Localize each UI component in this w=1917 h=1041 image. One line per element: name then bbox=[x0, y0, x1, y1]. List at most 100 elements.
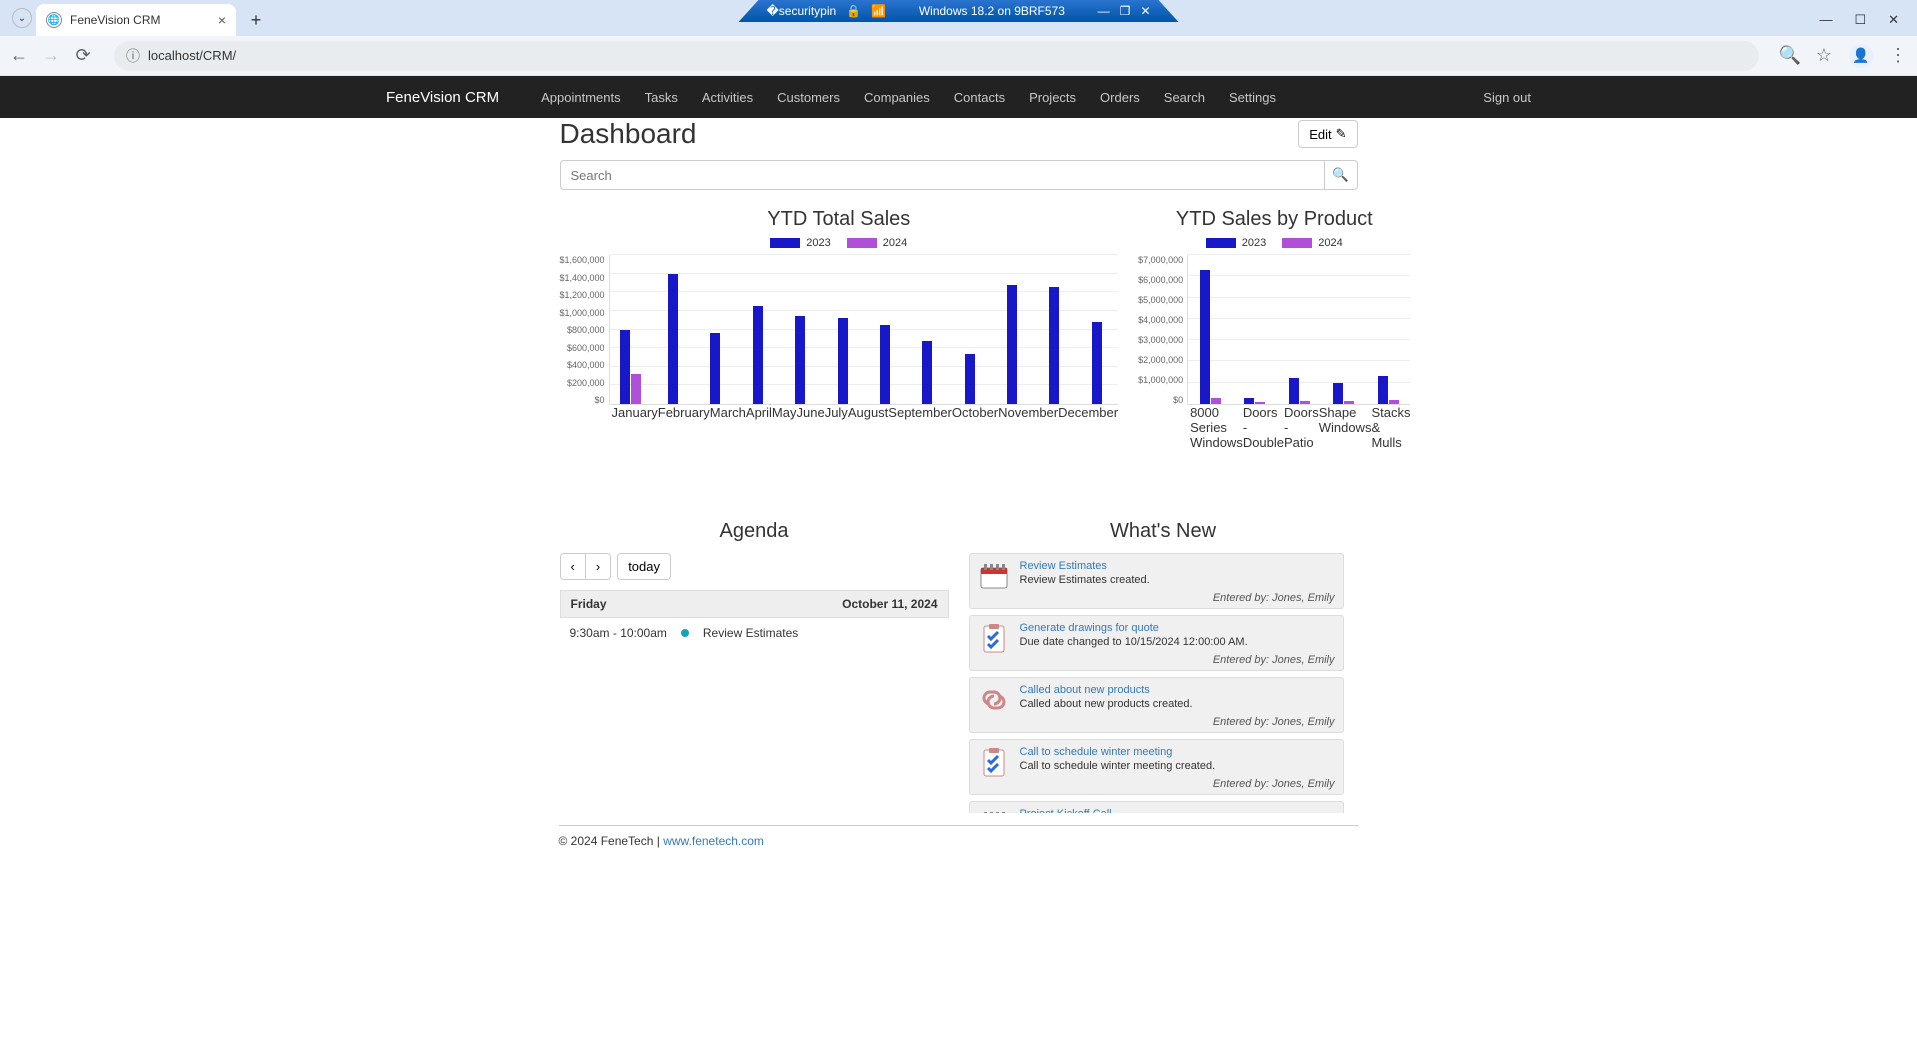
nav-companies[interactable]: Companies bbox=[852, 90, 942, 105]
bar-group bbox=[864, 255, 906, 404]
bar[interactable] bbox=[795, 316, 805, 404]
tab-close-icon[interactable]: × bbox=[218, 12, 226, 28]
window-minimize-icon[interactable]: — bbox=[1819, 12, 1832, 28]
whatsnew-item[interactable]: Review EstimatesReview Estimates created… bbox=[969, 553, 1344, 609]
bar[interactable] bbox=[1211, 398, 1221, 404]
bar[interactable] bbox=[1378, 376, 1388, 404]
bar-group bbox=[1322, 255, 1366, 404]
forward-button[interactable]: → bbox=[42, 47, 60, 65]
agenda-prev-button[interactable]: ‹ bbox=[561, 554, 585, 579]
nav-settings[interactable]: Settings bbox=[1217, 90, 1288, 105]
lock-icon[interactable]: 🔒 bbox=[846, 4, 861, 18]
bar[interactable] bbox=[1289, 378, 1299, 404]
whatsnew-link[interactable]: Call to schedule winter meeting bbox=[1020, 746, 1173, 758]
bar[interactable] bbox=[965, 354, 975, 404]
whatsnew-item[interactable]: Generate drawings for quoteDue date chan… bbox=[969, 615, 1344, 671]
bar[interactable] bbox=[880, 325, 890, 404]
bar[interactable] bbox=[1092, 322, 1102, 404]
whatsnew-entered: Entered by: Jones, Emily bbox=[1020, 716, 1335, 728]
nav-customers[interactable]: Customers bbox=[765, 90, 852, 105]
tab-title: FeneVision CRM bbox=[70, 13, 160, 27]
dashboard-search-input[interactable] bbox=[560, 160, 1324, 190]
legend-item[interactable]: 2023 bbox=[770, 237, 830, 249]
bar[interactable] bbox=[1244, 398, 1254, 404]
y-tick: $400,000 bbox=[560, 360, 605, 370]
whatsnew-link[interactable]: Called about new products bbox=[1020, 684, 1150, 696]
window-close-icon[interactable]: ✕ bbox=[1888, 12, 1899, 28]
whatsnew-link[interactable]: Generate drawings for quote bbox=[1020, 622, 1159, 634]
search-button[interactable]: 🔍 bbox=[1324, 160, 1358, 190]
chrome-menu-icon[interactable]: ⋮ bbox=[1889, 47, 1907, 65]
signal-icon[interactable]: 📶 bbox=[871, 4, 886, 18]
bar[interactable] bbox=[710, 333, 720, 404]
x-tick: March bbox=[710, 405, 746, 420]
whatsnew-item[interactable]: Call to schedule winter meetingCall to s… bbox=[969, 739, 1344, 795]
bar[interactable] bbox=[1007, 285, 1017, 404]
x-tick: November bbox=[998, 405, 1058, 420]
bar[interactable] bbox=[838, 318, 848, 404]
back-button[interactable]: ← bbox=[10, 47, 28, 65]
new-tab-button[interactable]: + bbox=[242, 6, 270, 34]
tabs-menu-button[interactable]: ⌄ bbox=[12, 8, 32, 28]
bar[interactable] bbox=[1389, 400, 1399, 404]
nav-appointments[interactable]: Appointments bbox=[529, 90, 633, 105]
legend-item[interactable]: 2024 bbox=[1282, 237, 1342, 249]
y-tick: $1,000,000 bbox=[1138, 375, 1183, 385]
browser-tab[interactable]: 🌐 FeneVision CRM × bbox=[36, 4, 236, 36]
nav-contacts[interactable]: Contacts bbox=[942, 90, 1017, 105]
y-tick: $800,000 bbox=[560, 325, 605, 335]
signout-link[interactable]: Sign out bbox=[1471, 90, 1531, 105]
remote-minimize-icon[interactable]: — bbox=[1098, 4, 1110, 18]
remote-restore-icon[interactable]: ❐ bbox=[1120, 4, 1131, 18]
profile-avatar[interactable]: 👤 bbox=[1849, 44, 1873, 68]
nav-search[interactable]: Search bbox=[1152, 90, 1217, 105]
agenda-next-button[interactable]: › bbox=[585, 554, 610, 579]
legend-swatch bbox=[1206, 238, 1236, 248]
bar[interactable] bbox=[1200, 270, 1210, 404]
chart-title: YTD Total Sales bbox=[560, 208, 1119, 231]
link-icon bbox=[978, 684, 1010, 716]
address-bar[interactable]: ⓘ localhost/CRM/ bbox=[114, 41, 1759, 71]
agenda-item[interactable]: 9:30am - 10:00amReview Estimates bbox=[560, 618, 949, 648]
chart-plot: $1,600,000$1,400,000$1,200,000$1,000,000… bbox=[560, 255, 1119, 405]
chart-title: YTD Sales by Product bbox=[1138, 208, 1410, 231]
legend-item[interactable]: 2024 bbox=[847, 237, 907, 249]
y-tick: $1,200,000 bbox=[560, 290, 605, 300]
agenda-today-button[interactable]: today bbox=[617, 553, 671, 580]
whatsnew-item[interactable]: Called about new productsCalled about ne… bbox=[969, 677, 1344, 733]
y-tick: $1,000,000 bbox=[560, 308, 605, 318]
zoom-icon[interactable]: 🔍 bbox=[1781, 47, 1799, 65]
edit-button[interactable]: Edit ✎ bbox=[1298, 120, 1357, 148]
whatsnew-list[interactable]: Review EstimatesReview Estimates created… bbox=[969, 553, 1358, 813]
remote-close-icon[interactable]: ✕ bbox=[1140, 4, 1150, 18]
bar[interactable] bbox=[631, 374, 641, 404]
footer-sep: | bbox=[653, 834, 663, 848]
bar[interactable] bbox=[922, 341, 932, 404]
nav-activities[interactable]: Activities bbox=[690, 90, 765, 105]
bar[interactable] bbox=[1300, 401, 1310, 404]
whatsnew-link[interactable]: Review Estimates bbox=[1020, 560, 1107, 572]
pin-icon[interactable]: �securitypin bbox=[767, 4, 837, 18]
reload-button[interactable]: ⟳ bbox=[74, 47, 92, 65]
brand[interactable]: FeneVision CRM bbox=[386, 89, 499, 106]
bar[interactable] bbox=[668, 274, 678, 404]
y-axis: $1,600,000$1,400,000$1,200,000$1,000,000… bbox=[560, 255, 609, 405]
bar[interactable] bbox=[1333, 383, 1343, 404]
nav-tasks[interactable]: Tasks bbox=[633, 90, 690, 105]
window-maximize-icon[interactable]: ☐ bbox=[1854, 12, 1866, 28]
legend-item[interactable]: 2023 bbox=[1206, 237, 1266, 249]
bar[interactable] bbox=[1255, 402, 1265, 404]
bar[interactable] bbox=[1344, 401, 1354, 404]
info-icon[interactable]: ⓘ bbox=[126, 46, 140, 66]
bookmark-icon[interactable]: ☆ bbox=[1815, 47, 1833, 65]
nav-projects[interactable]: Projects bbox=[1017, 90, 1088, 105]
footer-link[interactable]: www.fenetech.com bbox=[663, 834, 764, 848]
whatsnew-item[interactable]: Project Kickoff Call bbox=[969, 801, 1344, 813]
nav-orders[interactable]: Orders bbox=[1088, 90, 1152, 105]
chart-card: YTD Total Sales20232024$1,600,000$1,400,… bbox=[560, 208, 1119, 450]
bar-groups bbox=[1188, 255, 1410, 404]
bar[interactable] bbox=[753, 306, 763, 404]
bar[interactable] bbox=[1049, 287, 1059, 404]
bar[interactable] bbox=[620, 330, 630, 405]
whatsnew-link[interactable]: Project Kickoff Call bbox=[1020, 808, 1112, 813]
